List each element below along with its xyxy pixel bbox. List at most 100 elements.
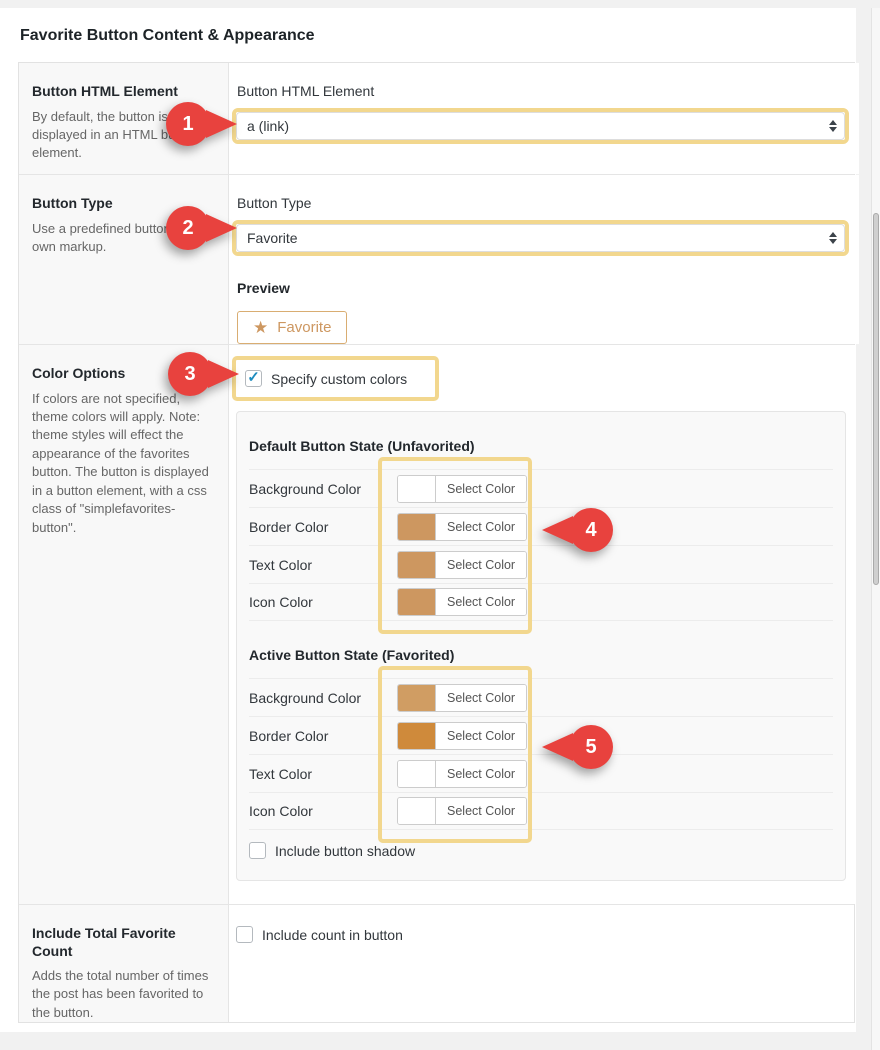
color-row-label: Icon Color: [249, 803, 397, 819]
select-color-label: Select Color: [436, 514, 526, 540]
callout-pin-2: 2: [166, 206, 238, 250]
color-swatch: [398, 476, 436, 502]
color-swatch: [398, 798, 436, 824]
color-swatch: [398, 761, 436, 787]
color-row-border: Border Color Select Color: [249, 716, 833, 754]
setting-description: Adds the total number of times the post …: [32, 967, 215, 1022]
select-color-button[interactable]: Select Color: [397, 475, 527, 503]
select-color-label: Select Color: [436, 761, 526, 787]
callout-pin-number: 1: [166, 102, 210, 146]
setting-label-cell: Color Options If colors are not specifie…: [19, 345, 229, 904]
setting-description: If colors are not specified, theme color…: [32, 390, 215, 538]
color-row-background: Background Color Select Color: [249, 469, 833, 507]
callout-pin-number: 4: [569, 508, 613, 552]
button-shadow-option: Include button shadow: [249, 842, 415, 859]
scrollbar-thumb[interactable]: [873, 213, 879, 585]
setting-control-cell: Button Type Favorite Preview ★ Favorite: [229, 175, 859, 344]
select-color-button[interactable]: Select Color: [397, 513, 527, 541]
settings-page: Favorite Button Content & Appearance But…: [0, 8, 856, 1032]
select-color-label: Select Color: [436, 589, 526, 615]
preview-heading: Preview: [237, 280, 849, 296]
vertical-scrollbar: [871, 8, 880, 1050]
color-row-label: Background Color: [249, 690, 397, 706]
callout-pin-3: 3: [168, 352, 240, 396]
select-color-button[interactable]: Select Color: [397, 722, 527, 750]
count-option: Include count in button: [236, 926, 403, 943]
highlight-box: Favorite: [232, 220, 849, 256]
group-heading-active-state: Active Button State (Favorited): [249, 621, 833, 678]
setting-heading: Button HTML Element: [32, 83, 215, 101]
callout-pin-number: 2: [166, 206, 210, 250]
highlight-box: Specify custom colors: [232, 356, 439, 401]
callout-pin-4: 4: [542, 508, 614, 552]
color-row-background: Background Color Select Color: [249, 678, 833, 716]
checkbox-label: Include button shadow: [275, 843, 415, 859]
setting-label-cell: Button Type Use a predefined button or y…: [19, 175, 229, 344]
button-type-select[interactable]: Favorite: [236, 224, 845, 252]
select-value: Favorite: [247, 230, 298, 246]
specify-custom-colors-checkbox[interactable]: [245, 370, 262, 387]
setting-label-cell: Include Total Favorite Count Adds the to…: [19, 905, 229, 1022]
field-label: Button HTML Element: [237, 83, 849, 99]
color-swatch: [398, 685, 436, 711]
color-row-label: Text Color: [249, 766, 397, 782]
setting-control-cell: Specify custom colors Default Button Sta…: [229, 345, 856, 904]
field-label: Button Type: [237, 195, 849, 211]
setting-heading: Include Total Favorite Count: [32, 925, 215, 960]
color-row-label: Icon Color: [249, 594, 397, 610]
color-row-icon: Icon Color Select Color: [249, 792, 833, 830]
setting-row-favorite-count: Include Total Favorite Count Adds the to…: [19, 905, 854, 1022]
star-icon: ★: [253, 319, 268, 336]
select-value: a (link): [247, 118, 289, 134]
setting-row-button-type: Button Type Use a predefined button or y…: [19, 175, 854, 345]
color-swatch: [398, 514, 436, 540]
select-color-button[interactable]: Select Color: [397, 551, 527, 579]
color-swatch: [398, 552, 436, 578]
settings-table: Button HTML Element By default, the butt…: [18, 62, 855, 1023]
callout-pin-tip: [206, 110, 237, 138]
select-color-button[interactable]: Select Color: [397, 760, 527, 788]
highlight-box: a (link): [232, 108, 849, 144]
color-row-label: Border Color: [249, 519, 397, 535]
select-color-button[interactable]: Select Color: [397, 797, 527, 825]
select-color-label: Select Color: [436, 685, 526, 711]
callout-pin-tip: [206, 214, 237, 242]
setting-control-cell: Include count in button: [229, 905, 854, 1022]
select-color-label: Select Color: [436, 476, 526, 502]
active-state-rows: Background Color Select Color Border Col…: [249, 678, 833, 830]
callout-pin-number: 5: [569, 725, 613, 769]
setting-row-color-options: Color Options If colors are not specifie…: [19, 345, 854, 905]
color-row-text: Text Color Select Color: [249, 545, 833, 583]
callout-pin-number: 3: [168, 352, 212, 396]
include-button-shadow-checkbox[interactable]: [249, 842, 266, 859]
color-swatch: [398, 723, 436, 749]
include-count-checkbox[interactable]: [236, 926, 253, 943]
select-arrows-icon: [829, 120, 837, 132]
color-row-text: Text Color Select Color: [249, 754, 833, 792]
checkbox-label: Specify custom colors: [271, 371, 407, 387]
color-row-label: Background Color: [249, 481, 397, 497]
callout-pin-tip: [208, 360, 239, 388]
callout-pin-5: 5: [542, 725, 614, 769]
select-color-label: Select Color: [436, 552, 526, 578]
color-row-border: Border Color Select Color: [249, 507, 833, 545]
setting-row-button-html-element: Button HTML Element By default, the butt…: [19, 63, 854, 175]
setting-control-cell: Button HTML Element a (link): [229, 63, 859, 174]
select-color-button[interactable]: Select Color: [397, 684, 527, 712]
callout-pin-1: 1: [166, 102, 238, 146]
favorite-preview-button[interactable]: ★ Favorite: [237, 311, 347, 344]
color-swatch: [398, 589, 436, 615]
select-color-label: Select Color: [436, 798, 526, 824]
group-heading-default-state: Default Button State (Unfavorited): [249, 412, 833, 469]
page-title: Favorite Button Content & Appearance: [0, 8, 856, 45]
select-arrows-icon: [829, 232, 837, 244]
color-row-label: Text Color: [249, 557, 397, 573]
color-row-icon: Icon Color Select Color: [249, 583, 833, 621]
select-color-button[interactable]: Select Color: [397, 588, 527, 616]
preview-button-label: Favorite: [277, 319, 331, 336]
default-state-rows: Background Color Select Color Border Col…: [249, 469, 833, 621]
button-html-element-select[interactable]: a (link): [236, 112, 845, 140]
checkbox-label: Include count in button: [262, 927, 403, 943]
select-color-label: Select Color: [436, 723, 526, 749]
color-row-label: Border Color: [249, 728, 397, 744]
